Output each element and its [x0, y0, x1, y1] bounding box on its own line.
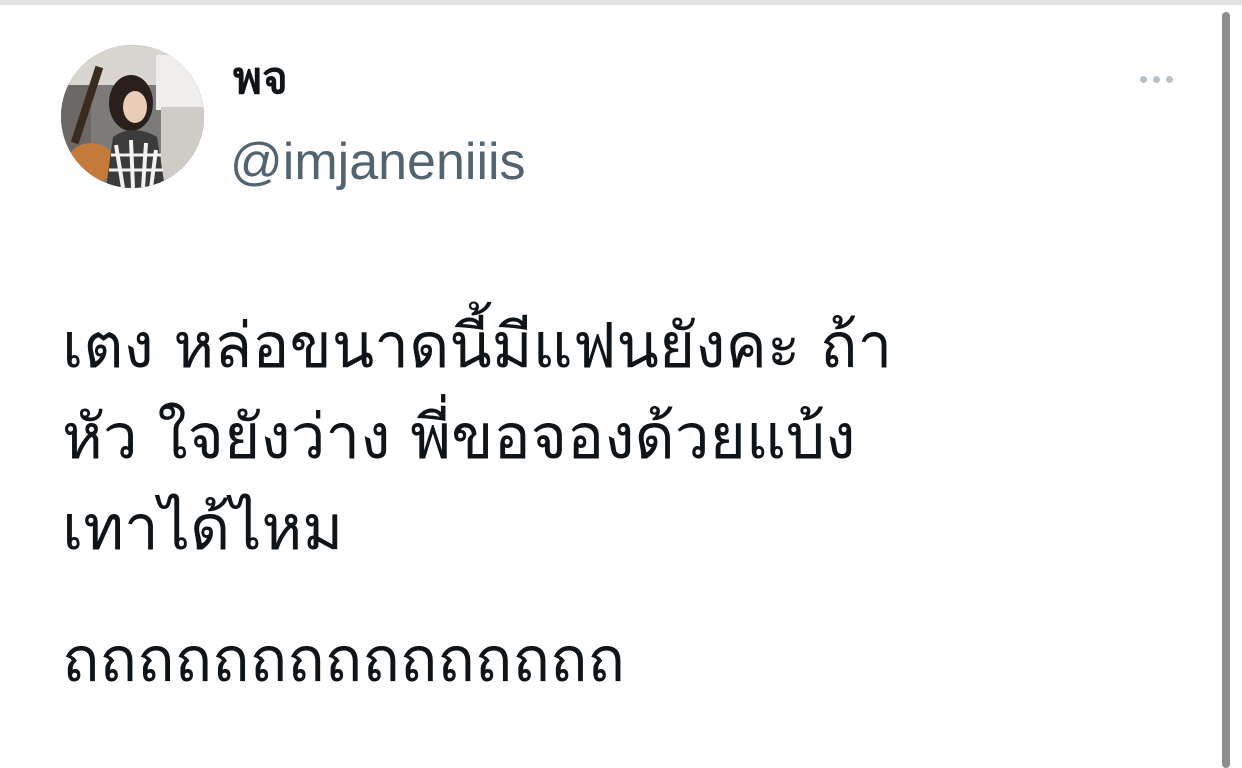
- more-horizontal-icon: [1139, 75, 1147, 83]
- vertical-scrollbar[interactable]: [1222, 12, 1230, 768]
- more-options-button[interactable]: [1128, 65, 1184, 93]
- more-horizontal-icon: [1152, 75, 1160, 83]
- author-display-name[interactable]: พจ: [233, 51, 288, 107]
- more-horizontal-icon: [1165, 75, 1173, 83]
- tweet-card: พจ @imjaneniiis เตง หล่อขนาดนี้มีแฟนยังค…: [0, 5, 1222, 768]
- tweet-text-line: เตง หล่อขนาดนี้มีแฟนยังคะ ถ้า: [62, 309, 893, 382]
- tweet-text-line: เทาได้ไหม: [62, 491, 344, 564]
- author-avatar[interactable]: [61, 45, 204, 188]
- tweet-text: เตง หล่อขนาดนี้มีแฟนยังคะ ถ้า หัว ใจยังว…: [62, 300, 1172, 705]
- tweet-text-line: หัว ใจยังว่าง พี่ขอจองด้วยแบ้ง: [62, 400, 856, 473]
- author-handle[interactable]: @imjaneniiis: [230, 131, 526, 193]
- profile-photo-icon: [61, 45, 204, 188]
- tweet-text-line: ถถถถถถถถถถถถถถถ: [62, 623, 626, 696]
